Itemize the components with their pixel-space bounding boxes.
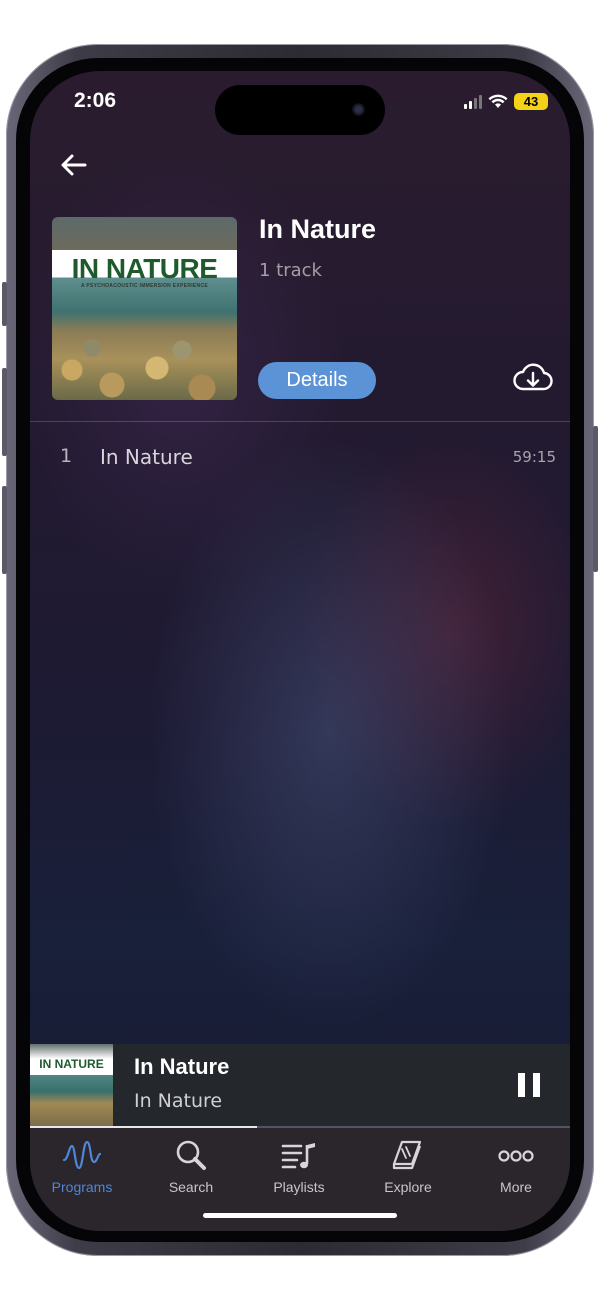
track-count: 1 track: [259, 260, 322, 281]
track-duration: 59:15: [512, 448, 556, 466]
cellular-signal-icon: [464, 94, 482, 109]
tab-more[interactable]: More: [466, 1138, 566, 1198]
album-title: In Nature: [259, 214, 377, 244]
tab-label: Playlists: [273, 1179, 325, 1195]
wifi-icon: [488, 94, 508, 108]
mini-player-artwork: IN NATURE: [30, 1044, 113, 1126]
tab-label: More: [500, 1179, 532, 1195]
mini-player[interactable]: IN NATURE In Nature In Nature: [30, 1044, 570, 1126]
tab-programs[interactable]: Programs: [32, 1138, 132, 1198]
tab-explore[interactable]: Explore: [358, 1138, 458, 1198]
dynamic-island: [215, 85, 385, 135]
mini-player-title: In Nature: [134, 1054, 230, 1079]
album-cover: IN NATURE A PSYCHOACOUSTIC IMMERSION EXP…: [52, 217, 237, 400]
power-button: [593, 426, 598, 572]
cover-subtitle: A PSYCHOACOUSTIC IMMERSION EXPERIENCE: [80, 283, 209, 289]
tab-playlists[interactable]: Playlists: [249, 1138, 349, 1198]
arrow-left-icon[interactable]: [58, 149, 90, 181]
track-title: In Nature: [100, 445, 193, 469]
waveform-icon: [62, 1140, 102, 1170]
screen: 2:06 43 IN NATURE A PSYCHOACOUSTIC IMMER…: [30, 71, 570, 1231]
tab-search[interactable]: Search: [141, 1138, 241, 1198]
battery-indicator: 43: [514, 93, 548, 110]
volume-down-button: [2, 486, 7, 574]
track-row[interactable]: 1 In Nature 59:15: [30, 443, 570, 473]
status-time: 2:06: [74, 89, 117, 112]
magnifier-icon: [176, 1140, 206, 1170]
cover-title: IN NATURE: [71, 253, 218, 284]
more-dots-icon: [498, 1150, 534, 1162]
cloud-download-icon[interactable]: [512, 361, 554, 395]
details-button[interactable]: Details: [258, 362, 376, 399]
tab-label: Search: [168, 1179, 214, 1195]
track-number: 1: [60, 445, 73, 467]
playlist-icon: [281, 1143, 315, 1169]
tab-label: Explore: [384, 1179, 432, 1195]
volume-up-button: [2, 368, 7, 456]
action-button: [2, 282, 7, 326]
cover-rocks: [52, 330, 237, 400]
book-icon: [392, 1140, 422, 1170]
pause-icon[interactable]: [518, 1073, 540, 1097]
home-indicator[interactable]: [203, 1213, 397, 1218]
divider: [30, 421, 570, 422]
camera-icon: [352, 103, 365, 116]
tab-label: Programs: [51, 1179, 113, 1195]
mini-player-subtitle: In Nature: [134, 1090, 223, 1112]
status-icons: 43: [464, 93, 548, 110]
mini-art-title: IN NATURE: [39, 1057, 104, 1071]
